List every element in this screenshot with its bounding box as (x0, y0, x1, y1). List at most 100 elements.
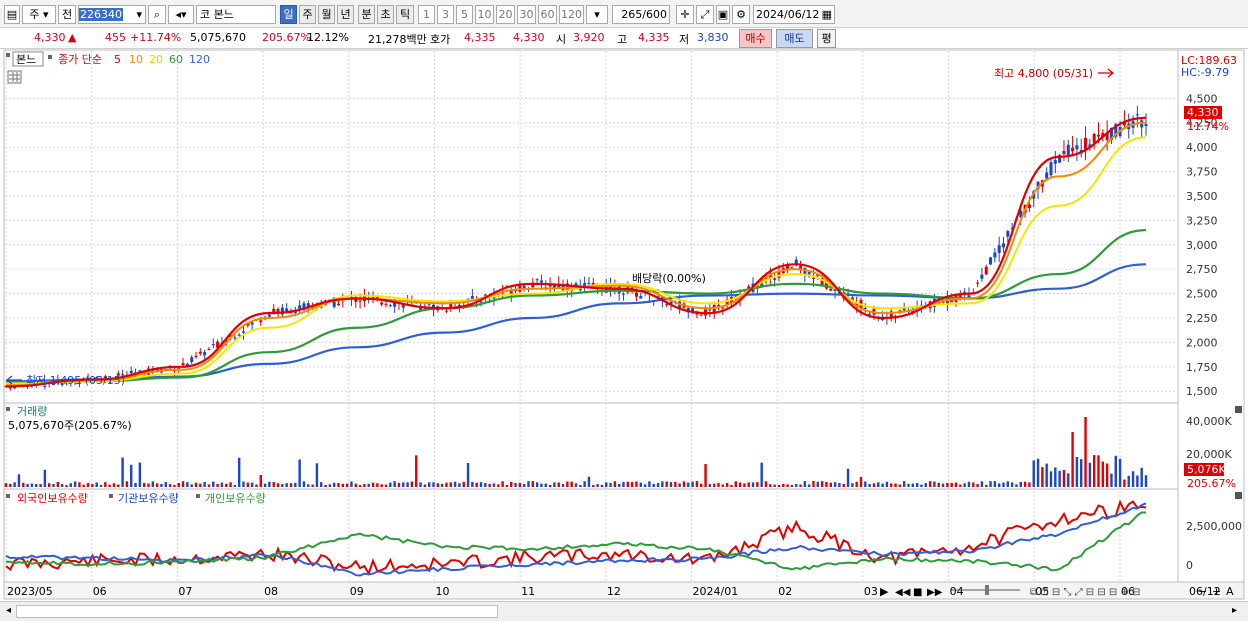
interval-5[interactable]: 5 (456, 5, 473, 24)
compare-icon[interactable]: ⤢ (696, 5, 714, 24)
volume-bar (1140, 467, 1143, 487)
volume-bar (121, 457, 124, 487)
prev-button[interactable]: 전 (58, 5, 76, 24)
volume-bar (350, 481, 353, 487)
candle-body (207, 349, 211, 351)
candle-body (993, 252, 997, 258)
volume-bar (56, 482, 60, 487)
sell-button[interactable]: 매도 (776, 29, 813, 48)
interval-3[interactable]: 3 (437, 5, 454, 24)
interval-20[interactable]: 20 (496, 5, 515, 24)
interval-120[interactable]: 120 (559, 5, 584, 24)
candle-body (198, 351, 202, 354)
scroll-right-icon[interactable]: ▶ (880, 585, 889, 598)
period-day[interactable]: 일 (280, 5, 297, 24)
volume-bar (894, 483, 897, 487)
volume-bar (682, 481, 686, 487)
bid-price-1: 4,335 (464, 31, 496, 44)
search-icon[interactable]: ⌕ (148, 5, 166, 24)
stock-name-field[interactable]: 코 본느 (196, 5, 276, 24)
price-tick-label: 3,500 (1186, 190, 1218, 203)
eval-button[interactable]: 평 (817, 29, 836, 48)
interval-60[interactable]: 60 (538, 5, 557, 24)
candle-body (380, 302, 384, 305)
count-field[interactable]: 265/600 (612, 5, 670, 24)
stop-icon[interactable]: ■ (913, 587, 922, 598)
volume-bar (440, 483, 444, 487)
period-year[interactable]: 년 (337, 5, 354, 24)
stock-chart[interactable]: 4,5004,2504,0003,7503,5003,2503,0002,750… (0, 49, 1248, 601)
candle-body (829, 288, 833, 291)
candle-body (272, 308, 276, 313)
scroll-right-arrow-icon[interactable]: ▸ (1232, 605, 1237, 616)
market-select[interactable]: 주 ▾ (22, 5, 56, 24)
volume-bar (937, 482, 940, 487)
volume-bar (864, 481, 867, 487)
high-label: 고 (617, 33, 628, 46)
panel-marker-icon (6, 494, 10, 498)
volume-bar (764, 481, 768, 487)
volume-bar (410, 481, 414, 487)
auto-scale-icon[interactable]: A (1226, 585, 1234, 598)
interval-select[interactable]: ▾ (586, 5, 608, 24)
holdings-panel[interactable] (3, 488, 1179, 583)
buy-button[interactable]: 매수 (739, 29, 772, 48)
zoom-out-icon[interactable]: − (1198, 585, 1207, 598)
interval-30[interactable]: 30 (517, 5, 536, 24)
code-input[interactable]: 226340 ▾ (78, 5, 146, 24)
legend-ma10: 10 (129, 53, 143, 66)
volume-bar (920, 484, 923, 487)
bid-label: 호가 (430, 33, 451, 46)
volume-bar (212, 481, 215, 487)
scrollbar-thumb[interactable] (16, 605, 498, 618)
scroll-left-icon[interactable]: ◂ (6, 605, 11, 616)
horizontal-scrollbar[interactable]: ◂ ▸ (0, 601, 1248, 621)
x-axis-label: 08 (264, 585, 278, 598)
volume-bar (1092, 455, 1096, 487)
up-arrow-icon: ▲ (68, 31, 77, 44)
price-tick-label: 1,500 (1186, 385, 1218, 398)
rewind-icon[interactable]: ◀◀ (895, 587, 911, 598)
panel-close-icon[interactable] (1235, 492, 1242, 499)
period-tick[interactable]: 틱 (396, 5, 414, 24)
volume-bar (691, 481, 694, 487)
volume-bar (617, 484, 621, 487)
volume-bar (548, 484, 552, 487)
x-axis-label: 09 (350, 585, 364, 598)
volume-bar (751, 482, 755, 487)
speaker-icon[interactable]: ◂▾ (168, 5, 194, 24)
period-second[interactable]: 초 (377, 5, 394, 24)
volume-panel[interactable] (3, 402, 1179, 490)
period-week[interactable]: 주 (299, 5, 316, 24)
volume-bar (1075, 457, 1079, 487)
candle-body (535, 279, 539, 281)
forward-icon[interactable]: ▶▶ (927, 587, 943, 598)
save-icon[interactable]: ▣ (716, 5, 730, 24)
volume-bar (307, 484, 310, 487)
volume-bar (700, 483, 703, 487)
interval-10[interactable]: 10 (475, 5, 494, 24)
volume-bar (462, 481, 465, 487)
interval-1[interactable]: 1 (418, 5, 435, 24)
price-panel[interactable] (3, 49, 1179, 404)
crosshair-icon[interactable]: ✛ (676, 5, 694, 24)
zoom-in-icon[interactable]: + (1212, 585, 1221, 598)
chart-tools-icon[interactable]: ⧉ ⊡ ⊟ ⤡ ⤢ ⊟ ⊟ ⊟ ⊕ ⊟ (1030, 587, 1140, 598)
panel-close-icon[interactable] (1235, 406, 1242, 413)
volume-bar (946, 482, 949, 487)
volume-bar (237, 457, 241, 487)
volume-bar (941, 483, 945, 487)
layout-icon[interactable]: ▤ (4, 5, 20, 24)
volume-bar (112, 483, 116, 487)
volume-bar (1036, 458, 1040, 487)
period-minute[interactable]: 분 (358, 5, 375, 24)
period-month[interactable]: 월 (318, 5, 335, 24)
candle-body (1144, 124, 1148, 127)
volume-bar (540, 483, 543, 487)
zoom-slider-handle[interactable] (985, 585, 989, 595)
settings-icon[interactable]: ⚙ (732, 5, 750, 24)
grid-table-icon[interactable] (7, 70, 22, 84)
date-field[interactable]: 2024/06/12 ▦ (753, 5, 835, 24)
volume-bar (1010, 482, 1014, 487)
volume-bar (69, 483, 72, 487)
